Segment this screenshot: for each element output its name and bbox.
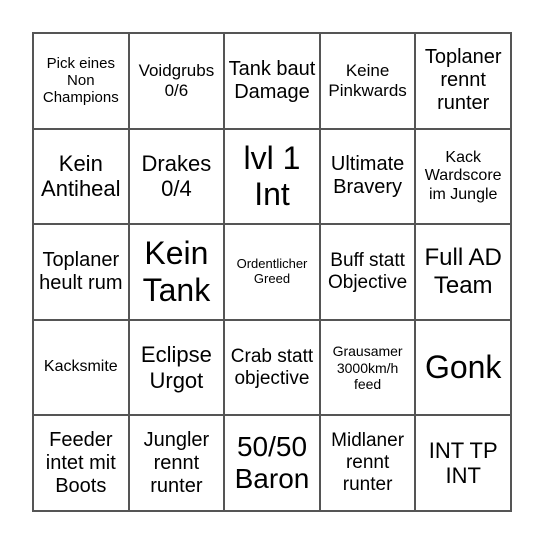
bingo-cell[interactable]: Toplaner heult rum — [33, 224, 129, 320]
bingo-cell[interactable]: Kein Tank — [128, 224, 225, 320]
bingo-cell[interactable]: 50/50 Baron — [224, 415, 320, 511]
bingo-cell[interactable]: Eclipse Urgot — [128, 319, 225, 416]
bingo-cell[interactable]: Pick eines Non Champions — [33, 33, 129, 129]
bingo-cell[interactable]: Jungler rennt runter — [128, 415, 225, 511]
bingo-cell[interactable]: Ordentlicher Greed — [224, 224, 320, 320]
bingo-cell[interactable]: Toplaner rennt runter — [415, 33, 511, 129]
bingo-cell[interactable]: Kack Wardscore im Jungle — [415, 128, 511, 225]
bingo-cell[interactable]: Feeder intet mit Boots — [33, 415, 129, 511]
bingo-card: Pick eines Non Champions Voidgrubs 0/6 T… — [32, 32, 512, 512]
bingo-cell[interactable]: Grausamer 3000km/h feed — [319, 319, 416, 416]
bingo-cell[interactable]: Full AD Team — [415, 224, 511, 320]
bingo-cell[interactable]: Tank baut Damage — [224, 33, 320, 129]
bingo-cell[interactable]: Midlaner rennt runter — [319, 415, 416, 511]
bingo-cell[interactable]: Kein Antiheal — [33, 128, 129, 225]
bingo-cell[interactable]: Crab statt objective — [224, 319, 320, 416]
bingo-cell[interactable]: Voidgrubs 0/6 — [128, 33, 225, 129]
bingo-cell[interactable]: Keine Pinkwards — [319, 33, 416, 129]
bingo-cell[interactable]: Kacksmite — [33, 319, 129, 416]
bingo-cell[interactable]: INT TP INT — [415, 415, 511, 511]
bingo-cell[interactable]: Gonk — [415, 319, 511, 416]
bingo-cell[interactable]: Buff statt Objective — [319, 224, 416, 320]
bingo-cell[interactable]: Ultimate Bravery — [319, 128, 416, 225]
bingo-cell[interactable]: lvl 1 Int — [224, 128, 320, 225]
bingo-cell[interactable]: Drakes 0/4 — [128, 128, 225, 225]
